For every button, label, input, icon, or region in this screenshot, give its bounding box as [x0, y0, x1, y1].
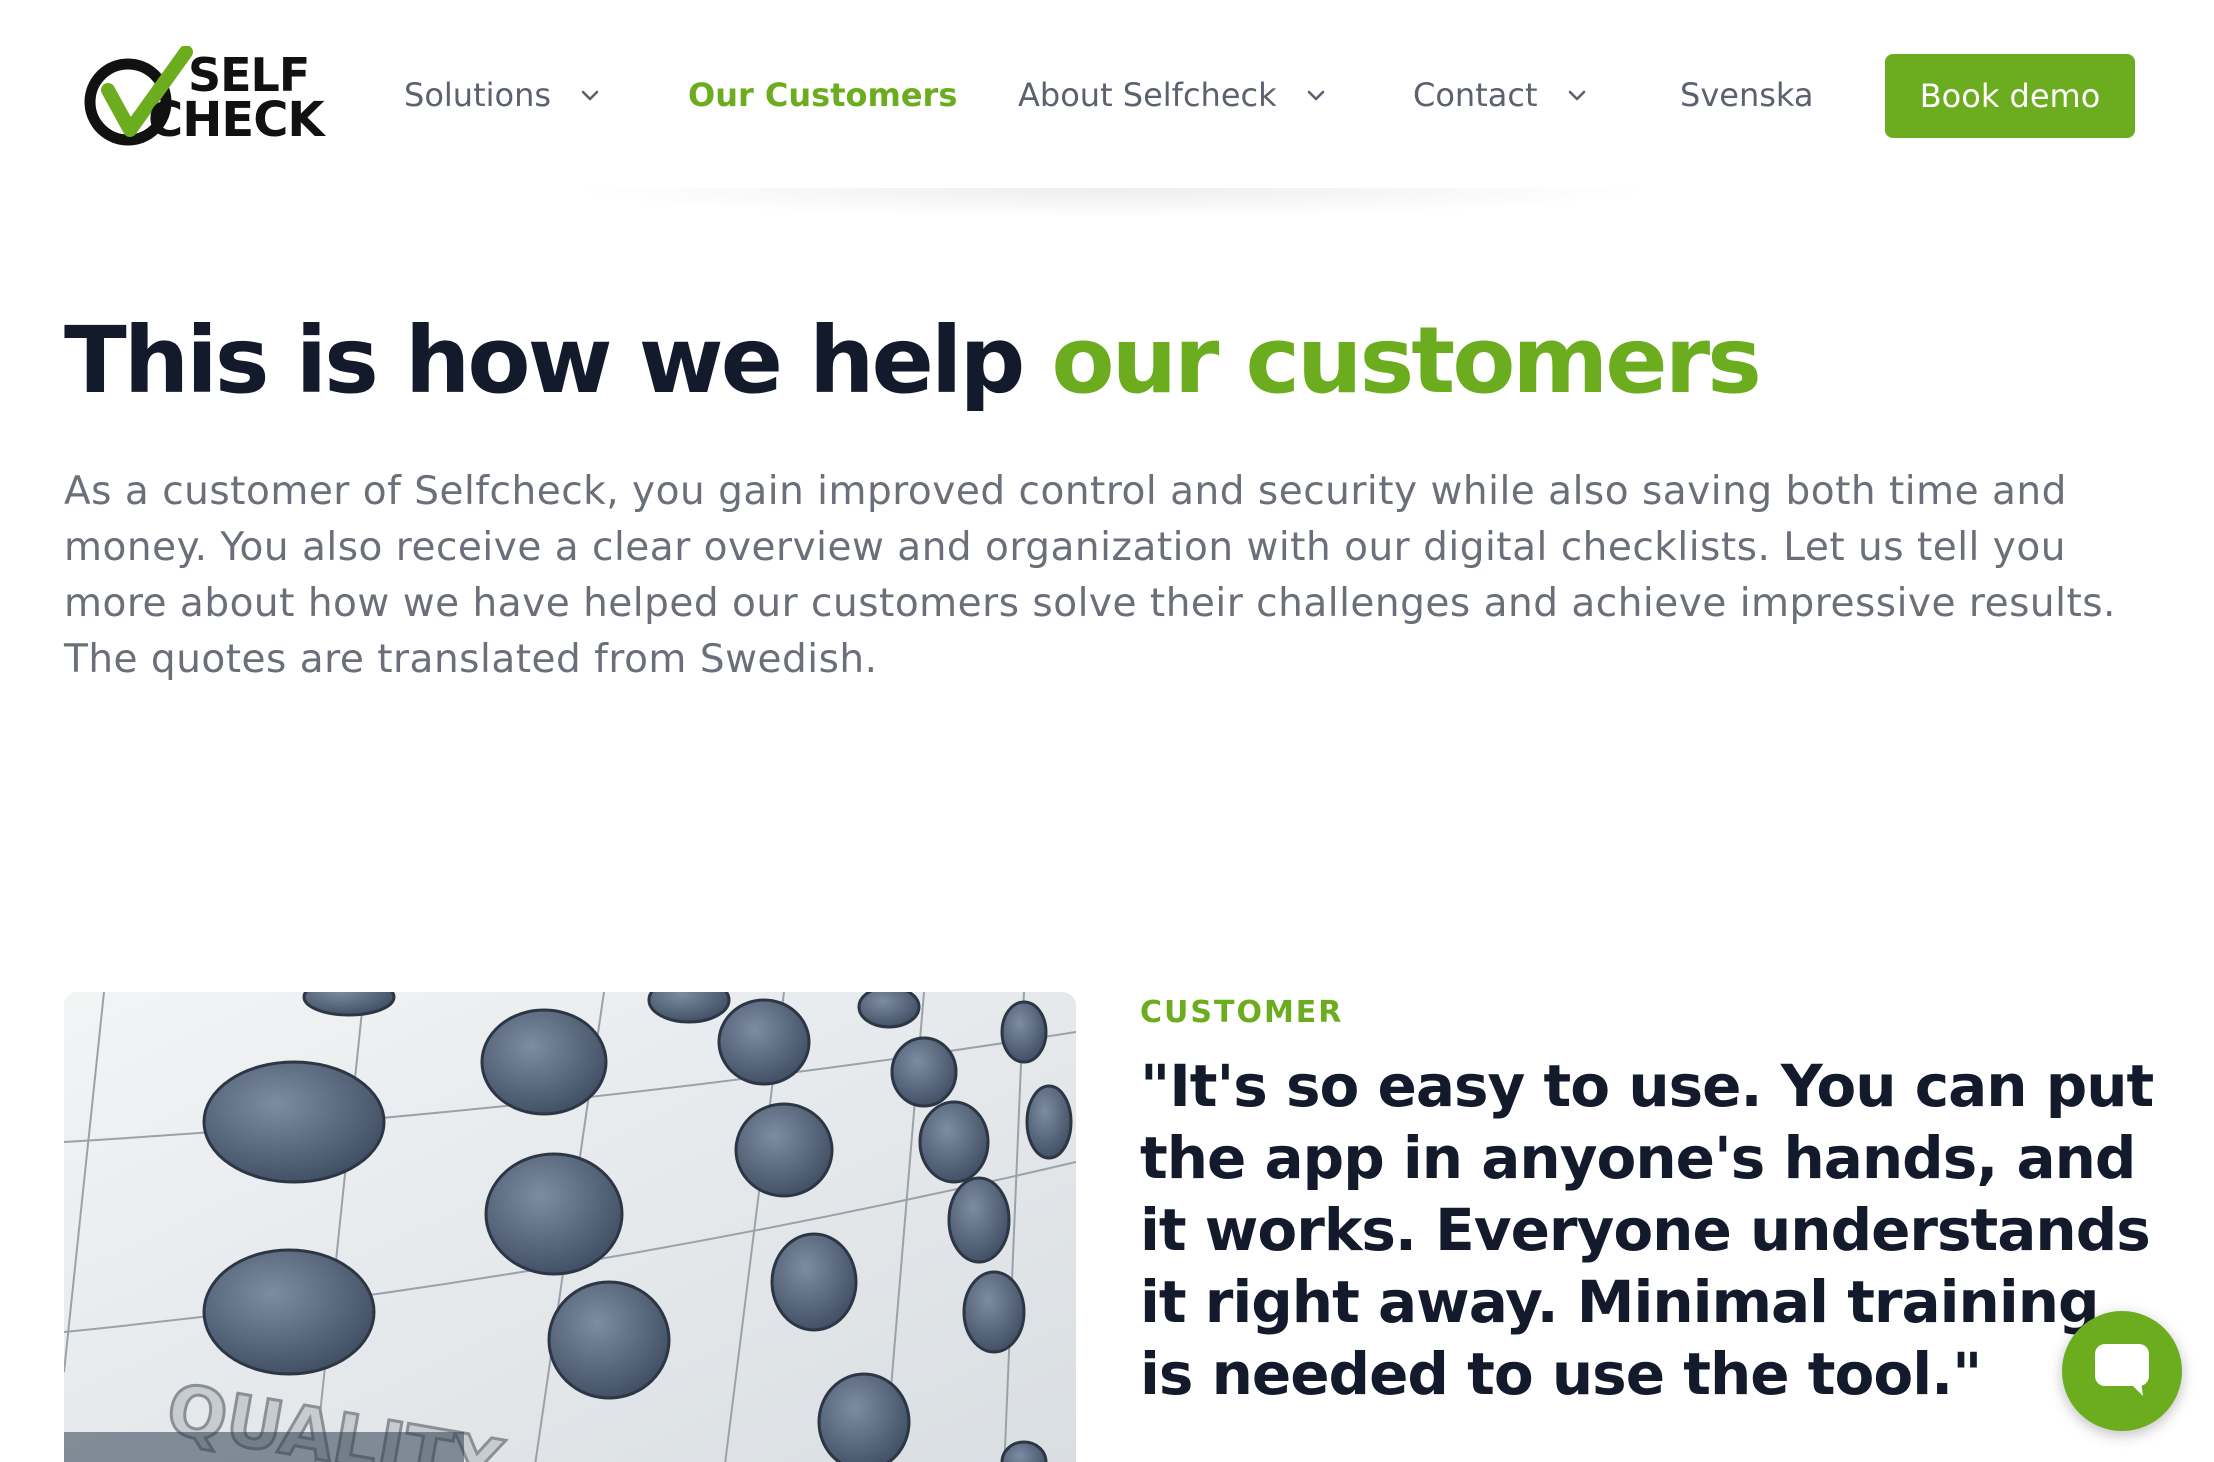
- chevron-down-icon: [581, 90, 599, 101]
- title-main: This is how we help: [64, 307, 1052, 414]
- nav-our-customers[interactable]: Our Customers: [688, 72, 957, 118]
- nav-contact[interactable]: Contact: [1413, 72, 1590, 118]
- customer-photo: QUALITY: [64, 992, 1076, 1462]
- book-demo-button[interactable]: Book demo: [1885, 54, 2135, 138]
- hero-description: As a customer of Selfcheck, you gain imp…: [64, 469, 2116, 682]
- nav-about-label: About Selfcheck: [1018, 76, 1277, 114]
- site-header: SELF CHECK Solutions Our Customers About…: [0, 0, 2214, 190]
- page-title: This is how we help our customers: [64, 308, 2164, 414]
- building-facade-photo: QUALITY: [64, 992, 1076, 1462]
- nav-contact-label: Contact: [1413, 76, 1538, 114]
- language-switch[interactable]: Svenska: [1680, 72, 1813, 118]
- logo-text-check: CHECK: [148, 92, 325, 148]
- nav-about-selfcheck[interactable]: About Selfcheck: [1018, 72, 1329, 118]
- customer-quote: "It's so easy to use. You can put the ap…: [1140, 1052, 2154, 1408]
- page: SELF CHECK Solutions Our Customers About…: [0, 0, 2214, 1462]
- selfcheck-logo[interactable]: SELF CHECK: [78, 46, 328, 150]
- nav-solutions-label: Solutions: [404, 76, 552, 114]
- nav-our-customers-label: Our Customers: [688, 76, 958, 114]
- chevron-down-icon: [1568, 90, 1585, 101]
- chevron-down-icon: [1307, 90, 1324, 101]
- chat-bubble-icon: [2095, 1344, 2149, 1396]
- customer-label: CUSTOMER: [1140, 995, 1344, 1030]
- title-accent: our customers: [1051, 307, 1761, 414]
- chat-button[interactable]: [2062, 1311, 2182, 1431]
- nav-solutions[interactable]: Solutions: [404, 72, 603, 118]
- header-shadow: [560, 188, 1660, 218]
